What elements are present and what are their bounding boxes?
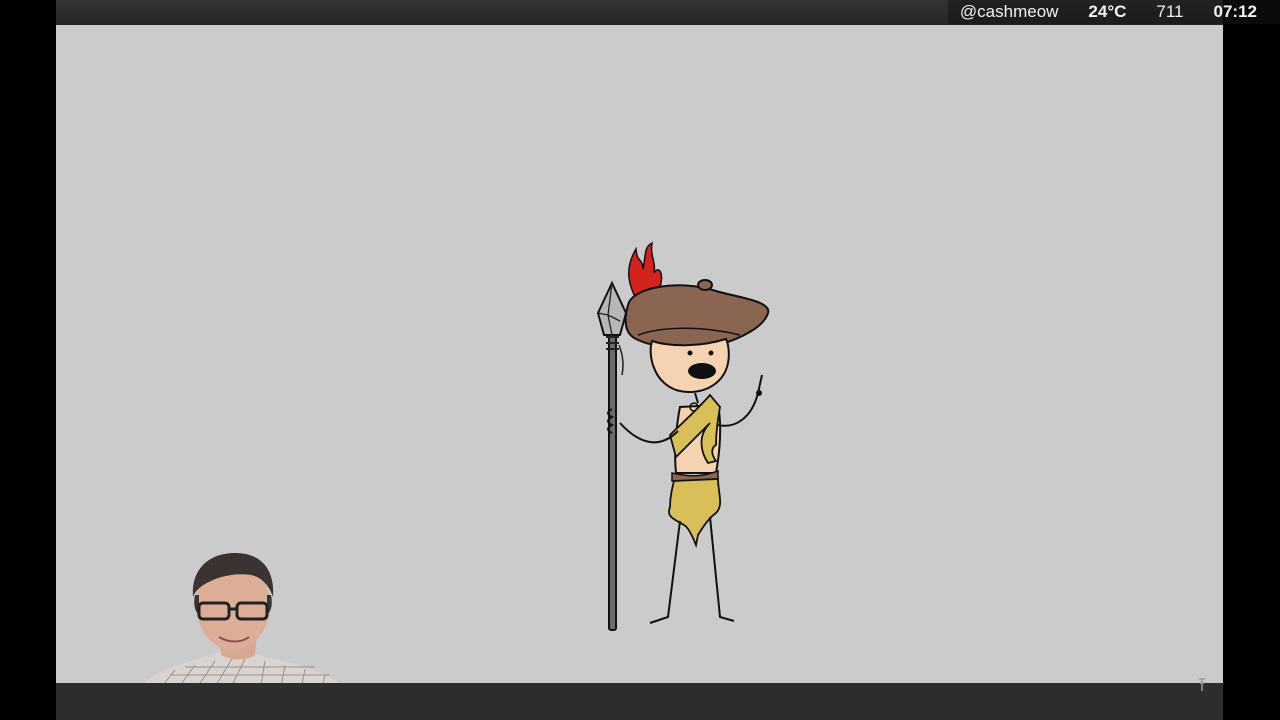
spear-shaft: [608, 334, 617, 631]
tricorn-hat: [624, 284, 770, 350]
bottom-bar: [56, 678, 1223, 720]
scroll-handle-icon[interactable]: [1197, 677, 1207, 693]
viewer-count: 711: [1156, 2, 1184, 21]
video-frame: @cashmeow 24°C 711 07:12: [0, 0, 1280, 720]
right-leg: [709, 516, 735, 622]
spear-head: [596, 280, 628, 336]
left-arm: [619, 422, 679, 444]
clock-readout: 07:12: [1213, 2, 1257, 21]
status-overlay: @cashmeow 24°C 711 07:12: [947, 0, 1280, 24]
temperature-readout: 24°C: [1088, 2, 1127, 21]
right-arm: [717, 392, 759, 427]
left-leg: [649, 520, 681, 624]
face: [649, 337, 730, 393]
channel-handle: @cashmeow: [959, 2, 1059, 21]
mouth: [688, 363, 716, 379]
spearman-illustration: [596, 241, 770, 631]
